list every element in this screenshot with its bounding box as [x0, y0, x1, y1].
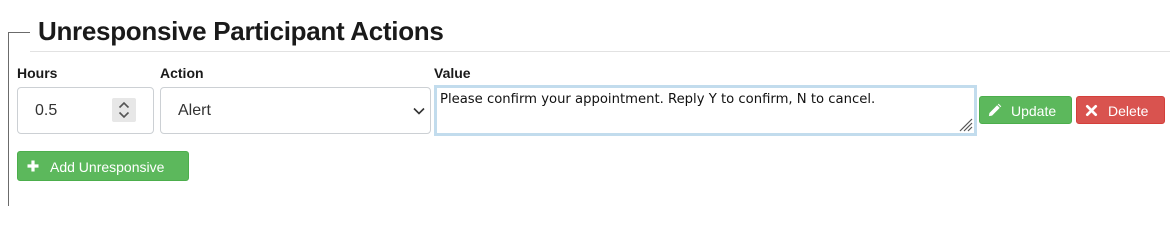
- action-select[interactable]: Alert: [160, 87, 431, 134]
- hours-spinner[interactable]: [112, 98, 136, 122]
- plus-icon: [26, 152, 40, 180]
- spinner-down-icon[interactable]: [118, 111, 130, 119]
- hours-label: Hours: [17, 65, 58, 81]
- add-unresponsive-button[interactable]: Add Unresponsive: [17, 151, 189, 181]
- fieldset-border-left: [8, 32, 9, 206]
- action-selected-value: Alert: [178, 102, 211, 119]
- add-unresponsive-label: Add Unresponsive: [50, 159, 165, 175]
- value-text: Please confirm your appointment. Reply Y…: [440, 92, 876, 107]
- value-textarea[interactable]: Please confirm your appointment. Reply Y…: [434, 85, 977, 136]
- value-label: Value: [434, 65, 471, 81]
- title-divider: [30, 51, 1170, 52]
- update-label: Update: [1011, 103, 1057, 119]
- section-title: Unresponsive Participant Actions: [38, 16, 444, 46]
- resize-handle-icon[interactable]: [957, 116, 973, 132]
- delete-button[interactable]: Delete: [1076, 96, 1165, 124]
- chevron-down-icon: [413, 107, 425, 115]
- spinner-up-icon[interactable]: [118, 101, 130, 109]
- times-icon: [1085, 97, 1098, 123]
- delete-label: Delete: [1108, 103, 1149, 119]
- hours-value: 0.5: [35, 102, 58, 119]
- fieldset-border-top: [8, 32, 30, 33]
- hours-input[interactable]: 0.5: [17, 87, 154, 134]
- pencil-icon: [987, 97, 1002, 123]
- action-label: Action: [160, 65, 204, 81]
- update-button[interactable]: Update: [979, 96, 1072, 124]
